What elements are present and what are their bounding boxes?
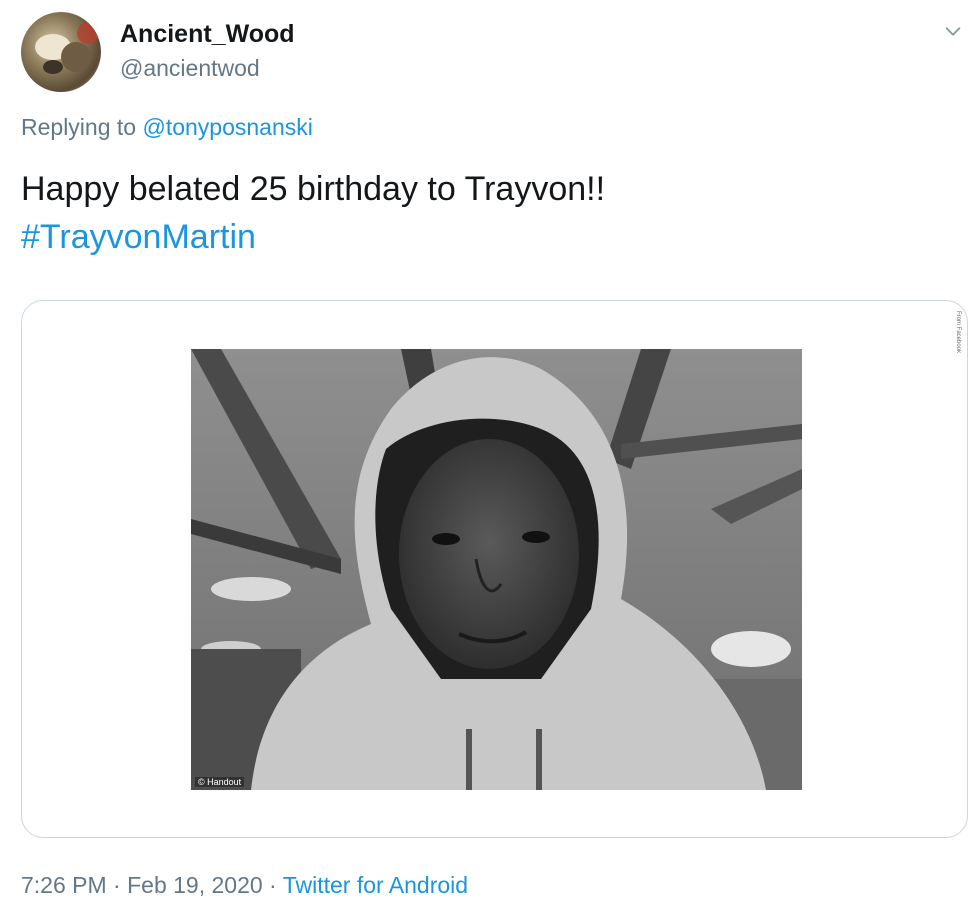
photo-credit: © Handout [195,777,245,787]
hashtag-link[interactable]: #TrayvonMartin [21,213,605,261]
user-handle[interactable]: @ancientwod [120,55,260,82]
tweet-photo[interactable]: © Handout [191,349,802,790]
meta-separator: · [262,872,283,898]
side-credit: From Facebook [955,311,961,354]
tweet-metadata: 7:26 PM · Feb 19, 2020 · Twitter for And… [21,872,468,899]
tweet-time[interactable]: 7:26 PM [21,872,107,898]
replying-to-label: Replying to [21,114,143,140]
photo-illustration [191,349,802,790]
media-card[interactable]: From Facebook © Handout [21,300,968,838]
tweet-date[interactable]: Feb 19, 2020 [127,872,263,898]
tweet-text: Happy belated 25 birthday to Trayvon!! #… [21,165,605,261]
avatar[interactable] [21,12,101,92]
chevron-down-icon[interactable] [942,20,964,42]
reply-mention-link[interactable]: @tonyposnanski [142,114,312,140]
tweet: Ancient_Wood @ancientwod Replying to @to… [0,0,980,913]
display-name[interactable]: Ancient_Wood [120,20,295,49]
replying-to: Replying to @tonyposnanski [21,114,313,141]
meta-separator: · [106,872,128,898]
tweet-source-link[interactable]: Twitter for Android [283,872,468,898]
tweet-body: Happy belated 25 birthday to Trayvon!! [21,170,606,208]
